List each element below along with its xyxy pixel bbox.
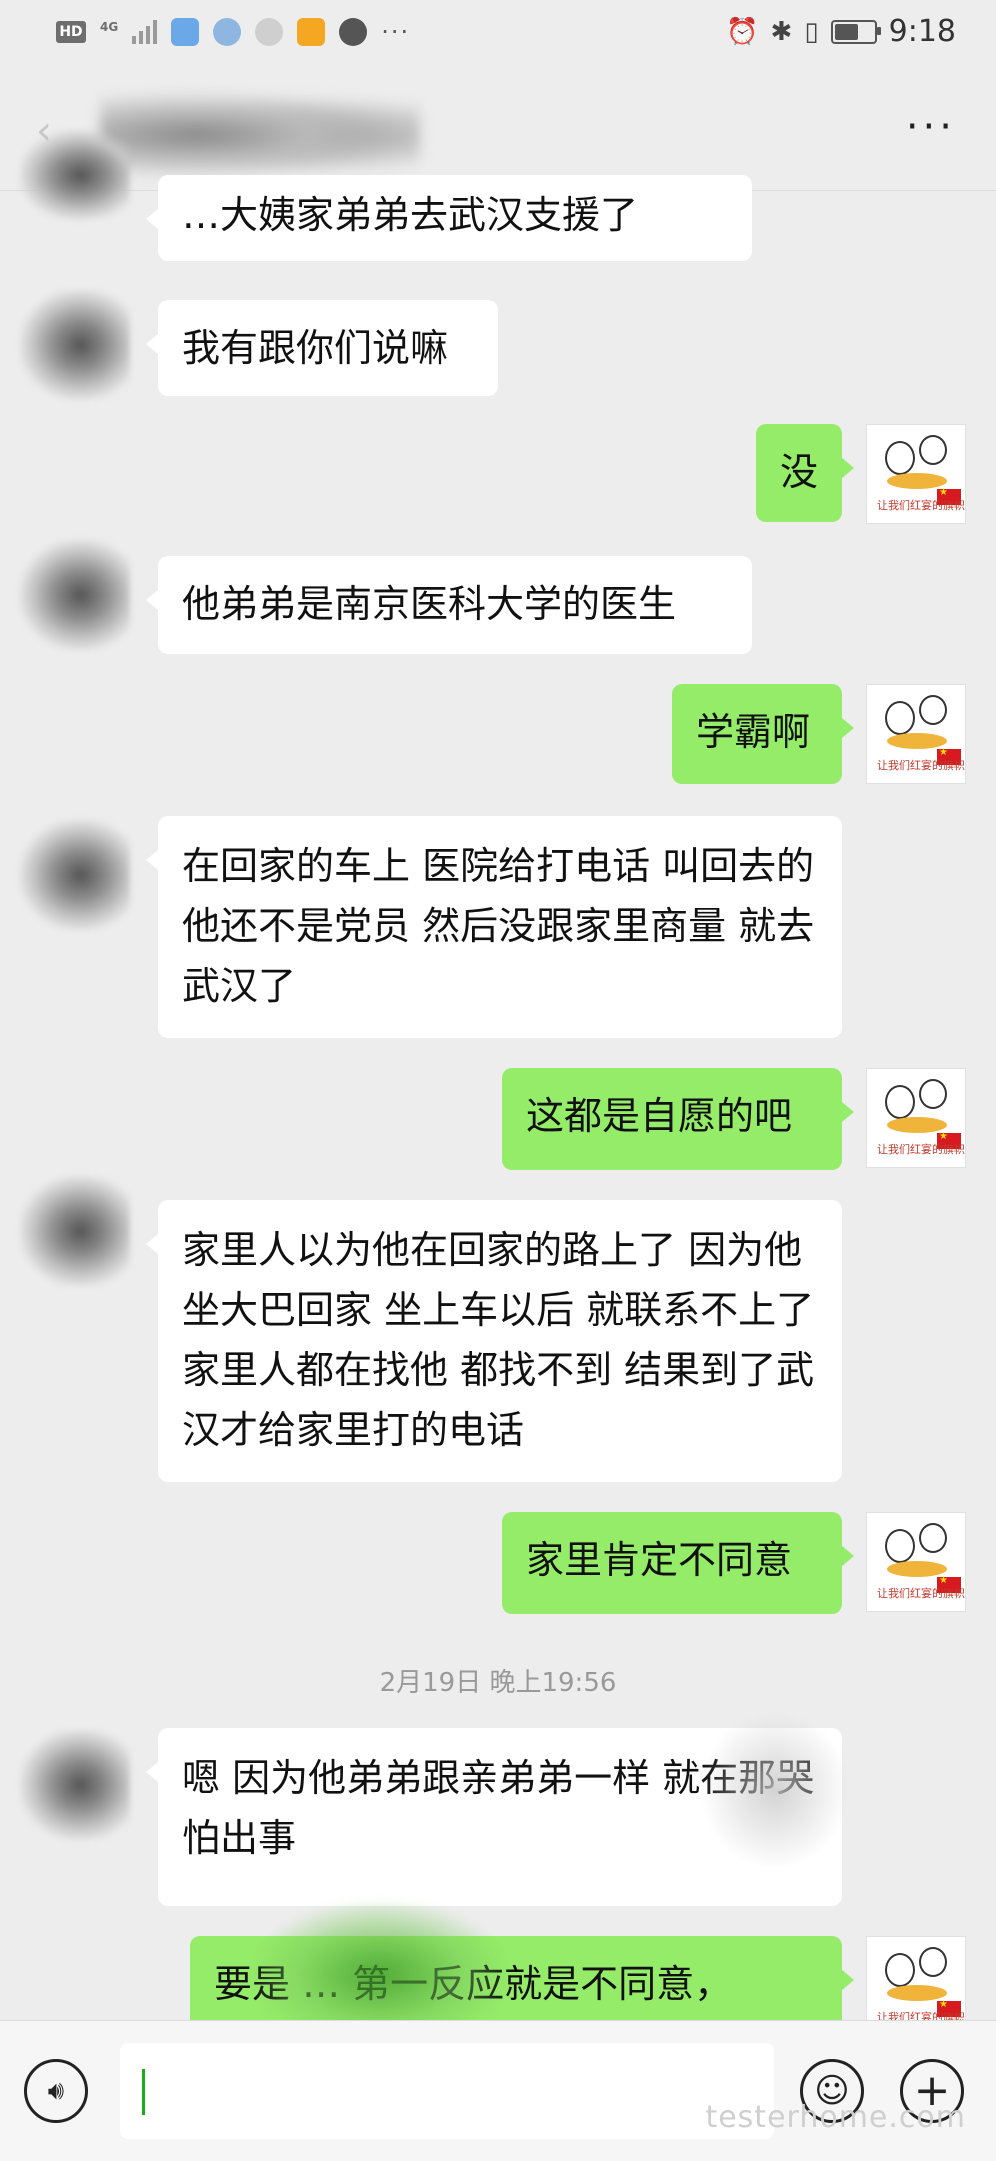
contact-avatar[interactable]: [20, 1176, 130, 1286]
status-bar: HD 4G ··· ⏰ ✱ ▯ 9:18: [0, 0, 996, 70]
message-notification-icon: [339, 18, 368, 46]
voice-icon[interactable]: 🔊︎: [24, 2059, 88, 2123]
more-icon[interactable]: ···: [906, 104, 956, 150]
message-timestamp: 2月19日 晚上19:56: [379, 1668, 617, 1698]
hd-icon: HD: [56, 21, 86, 43]
my-avatar[interactable]: 让我们红宴的旗帜飘扬: [866, 1068, 966, 1168]
signal-icon: [132, 20, 158, 44]
chat-title-redacted: [100, 90, 420, 180]
browser-notification-icon: [213, 18, 242, 46]
app-notification-icon: [171, 18, 200, 46]
message-bubble[interactable]: 家里肯定不同意: [502, 1512, 854, 1614]
bluetooth-icon: ✱: [770, 16, 793, 47]
vibrate-icon: ▯: [804, 16, 819, 47]
message-bubble[interactable]: 这都是自愿的吧: [502, 1068, 854, 1170]
message-bubble[interactable]: 在回家的车上 医院给打电话 叫回去的 他还不是党员 然后没跟家里商量 就去武汉了: [146, 816, 842, 1038]
clock: 9:18: [888, 14, 956, 49]
message-bubble[interactable]: 我有跟你们说嘛: [146, 300, 498, 396]
contact-avatar[interactable]: [20, 820, 130, 930]
alarm-icon: ⏰: [726, 16, 759, 47]
message-bubble[interactable]: 他弟弟是南京医科大学的医生: [146, 556, 752, 654]
input-bar: 🔊︎ ☺ +: [0, 2020, 996, 2161]
contact-avatar[interactable]: [20, 540, 130, 650]
chat-header: ‹ ···: [0, 70, 996, 191]
my-avatar[interactable]: 让我们红宴的旗帜飘扬: [866, 424, 966, 524]
contact-avatar[interactable]: [20, 130, 130, 220]
contact-avatar[interactable]: [20, 290, 130, 400]
my-avatar[interactable]: 让我们红宴的旗帜飘扬: [866, 684, 966, 784]
more-notifications-icon: ···: [381, 18, 411, 46]
my-avatar[interactable]: 让我们红宴的旗帜飘扬: [866, 1512, 966, 1612]
battery-icon: [830, 19, 881, 44]
message-bubble[interactable]: 嗯 因为他弟弟跟亲弟弟一样 就在那哭 怕出事: [146, 1728, 842, 1906]
shop-notification-icon: [297, 18, 326, 46]
text-cursor: [142, 2069, 145, 2115]
message-bubble[interactable]: 家里人以为他在回家的路上了 因为他坐大巴回家 坐上车以后 就联系不上了 家里人都…: [146, 1200, 842, 1482]
watermark: testerhome.com: [705, 2100, 966, 2135]
message-bubble[interactable]: …大姨家弟弟去武汉支援了: [146, 175, 752, 261]
message-bubble[interactable]: 学霸啊: [672, 684, 854, 784]
contact-avatar[interactable]: [20, 1730, 130, 1840]
message-input[interactable]: [120, 2043, 774, 2139]
cloud-icon: [255, 18, 284, 46]
network-type-label: 4G: [100, 20, 119, 34]
message-bubble[interactable]: 没: [756, 424, 854, 522]
